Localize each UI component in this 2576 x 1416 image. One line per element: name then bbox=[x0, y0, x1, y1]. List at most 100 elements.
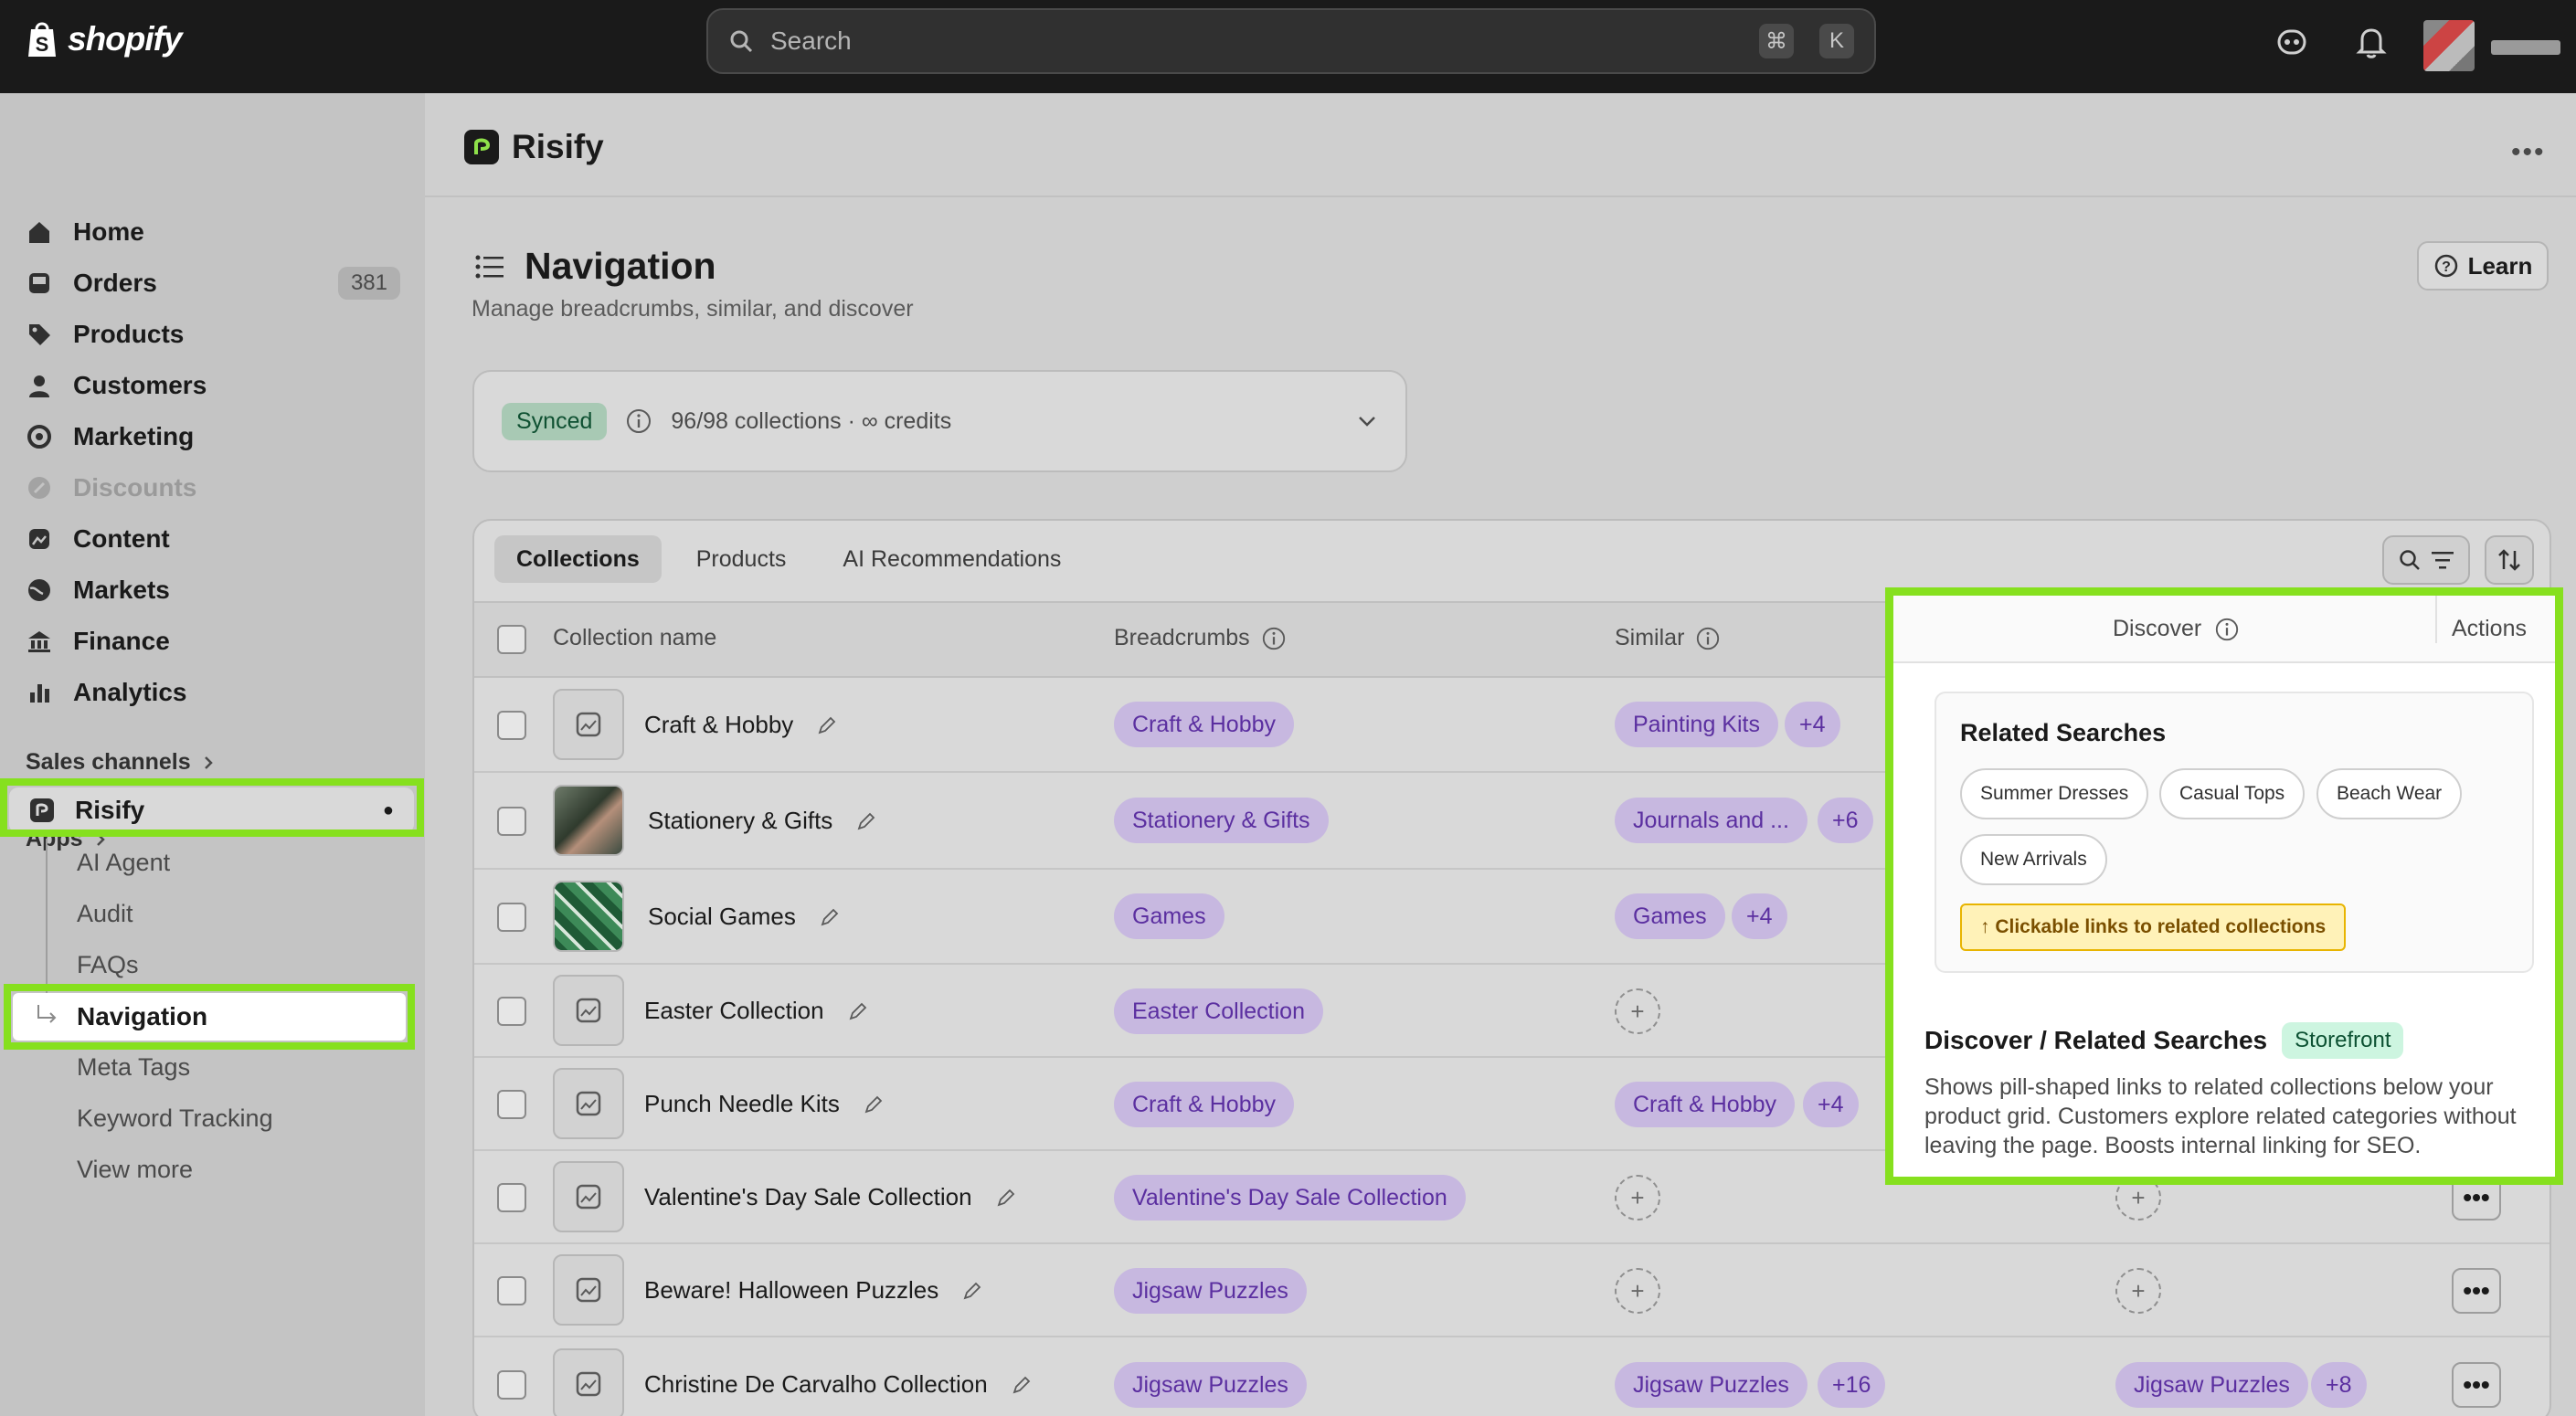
discover-more-tag[interactable]: +8 bbox=[2311, 1362, 2367, 1408]
sidebar-item-home[interactable]: Home bbox=[26, 208, 400, 256]
pencil-icon[interactable] bbox=[817, 715, 837, 735]
add-discover-button[interactable]: + bbox=[2115, 1268, 2161, 1314]
header-discover[interactable]: Discover bbox=[2113, 616, 2240, 642]
pencil-icon[interactable] bbox=[962, 1281, 982, 1301]
tab-products[interactable]: Products bbox=[674, 535, 809, 583]
discover-tag[interactable]: Jigsaw Puzzles bbox=[2115, 1362, 2308, 1408]
sidebar-item-ai-agent[interactable]: AI Agent bbox=[77, 849, 170, 877]
similar-tag[interactable]: Craft & Hobby bbox=[1615, 1082, 1796, 1127]
info-icon[interactable] bbox=[625, 407, 652, 435]
row-checkbox[interactable] bbox=[497, 1276, 526, 1305]
info-icon bbox=[1261, 626, 1287, 651]
sidebar-item-label: Home bbox=[73, 217, 144, 246]
pencil-icon[interactable] bbox=[864, 1094, 884, 1115]
row-checkbox[interactable] bbox=[497, 711, 526, 740]
row-actions-button[interactable]: ••• bbox=[2452, 1175, 2501, 1221]
avatar[interactable] bbox=[2423, 20, 2475, 71]
sidebar-item-meta-tags[interactable]: Meta Tags bbox=[77, 1053, 190, 1082]
svg-text:S: S bbox=[36, 33, 49, 56]
related-search-chip[interactable]: Casual Tops bbox=[2159, 768, 2306, 819]
account-name-redacted[interactable] bbox=[2491, 40, 2560, 55]
row-checkbox[interactable] bbox=[497, 903, 526, 932]
similar-more-tag[interactable]: +4 bbox=[1732, 893, 1787, 939]
sidebar-item-products[interactable]: Products bbox=[26, 311, 400, 358]
breadcrumb-tag[interactable]: Valentine's Day Sale Collection bbox=[1114, 1175, 1466, 1221]
row-checkbox[interactable] bbox=[497, 1183, 526, 1212]
chevron-down-icon[interactable] bbox=[1356, 414, 1378, 428]
table-row[interactable]: Beware! Halloween Puzzles Jigsaw Puzzles… bbox=[474, 1244, 2549, 1337]
info-icon[interactable] bbox=[2214, 617, 2240, 642]
tab-collections[interactable]: Collections bbox=[494, 535, 662, 583]
row-actions-button[interactable]: ••• bbox=[2452, 1362, 2501, 1408]
tab-ai-recommendations[interactable]: AI Recommendations bbox=[821, 535, 1083, 583]
sort-button[interactable] bbox=[2485, 535, 2534, 585]
select-all-checkbox[interactable] bbox=[497, 625, 526, 654]
pencil-icon[interactable] bbox=[820, 907, 840, 927]
sidebar-item-finance[interactable]: Finance bbox=[26, 618, 400, 665]
similar-tag[interactable]: Journals and ... bbox=[1615, 798, 1807, 843]
sidebar-item-marketing[interactable]: Marketing bbox=[26, 413, 400, 460]
header-breadcrumbs[interactable]: Breadcrumbs bbox=[1114, 625, 1287, 651]
shopify-bag-icon: S bbox=[26, 20, 58, 58]
globe-icon bbox=[26, 576, 53, 604]
navigation-highlight bbox=[4, 984, 415, 1050]
similar-more-tag[interactable]: +4 bbox=[1803, 1082, 1859, 1127]
sync-status-card[interactable]: Synced 96/98 collections · ∞ credits bbox=[472, 370, 1407, 472]
pencil-icon[interactable] bbox=[856, 811, 876, 831]
similar-more-tag[interactable]: +6 bbox=[1818, 798, 1873, 843]
search-bar[interactable]: Search ⌘ K bbox=[706, 8, 1876, 74]
row-actions-button[interactable]: ••• bbox=[2452, 1268, 2501, 1314]
page-more-menu[interactable]: ••• bbox=[2511, 137, 2546, 168]
breadcrumb-tag[interactable]: Jigsaw Puzzles bbox=[1114, 1362, 1307, 1408]
target-icon bbox=[26, 423, 53, 450]
sidebar-item-orders[interactable]: Orders 381 bbox=[26, 259, 400, 307]
sidebar-item-faqs[interactable]: FAQs bbox=[77, 951, 139, 979]
sidebar-item-analytics[interactable]: Analytics bbox=[26, 669, 400, 716]
sidebar-item-audit[interactable]: Audit bbox=[77, 900, 133, 928]
chevron-right-icon bbox=[202, 755, 215, 771]
brand-name: shopify bbox=[68, 20, 183, 58]
breadcrumb-tag[interactable]: Craft & Hobby bbox=[1114, 702, 1295, 747]
breadcrumb-tag[interactable]: Easter Collection bbox=[1114, 988, 1323, 1034]
add-similar-button[interactable]: + bbox=[1615, 1268, 1660, 1314]
row-checkbox[interactable] bbox=[497, 807, 526, 836]
related-search-chip[interactable]: Summer Dresses bbox=[1960, 768, 2149, 819]
breadcrumb-tag[interactable]: Jigsaw Puzzles bbox=[1114, 1268, 1307, 1314]
table-row[interactable]: Christine De Carvalho Collection Jigsaw … bbox=[474, 1337, 2549, 1416]
sidebar-item-content[interactable]: Content bbox=[26, 515, 400, 563]
collection-name-text: Valentine's Day Sale Collection bbox=[644, 1183, 972, 1210]
row-checkbox[interactable] bbox=[497, 1370, 526, 1400]
add-similar-button[interactable]: + bbox=[1615, 1175, 1660, 1221]
pencil-icon[interactable] bbox=[996, 1188, 1016, 1208]
related-search-chip[interactable]: Beach Wear bbox=[2316, 768, 2463, 819]
shopify-logo[interactable]: S shopify bbox=[26, 20, 183, 58]
sidebar-item-view-more[interactable]: View more bbox=[77, 1156, 193, 1184]
row-checkbox[interactable] bbox=[497, 997, 526, 1026]
bell-icon[interactable] bbox=[2356, 26, 2387, 58]
pencil-icon[interactable] bbox=[848, 1001, 868, 1021]
header-collection-name[interactable]: Collection name bbox=[553, 625, 716, 651]
add-similar-button[interactable]: + bbox=[1615, 988, 1660, 1034]
sidebar-item-markets[interactable]: Markets bbox=[26, 566, 400, 614]
breadcrumb-tag[interactable]: Stationery & Gifts bbox=[1114, 798, 1329, 843]
add-discover-button[interactable]: + bbox=[2115, 1175, 2161, 1221]
search-filter-button[interactable] bbox=[2382, 535, 2470, 585]
row-checkbox[interactable] bbox=[497, 1090, 526, 1119]
sidebar-item-keyword-tracking[interactable]: Keyword Tracking bbox=[77, 1104, 273, 1133]
similar-tag[interactable]: Games bbox=[1615, 893, 1725, 939]
similar-more-tag[interactable]: +4 bbox=[1785, 702, 1840, 747]
sales-channels-link[interactable]: Sales channels bbox=[26, 749, 215, 776]
sidekick-icon[interactable] bbox=[2275, 26, 2308, 58]
sidebar-item-customers[interactable]: Customers bbox=[26, 362, 400, 409]
similar-tag[interactable]: Jigsaw Puzzles bbox=[1615, 1362, 1807, 1408]
similar-more-tag[interactable]: +16 bbox=[1818, 1362, 1886, 1408]
related-search-chip[interactable]: New Arrivals bbox=[1960, 834, 2107, 885]
header-similar[interactable]: Similar bbox=[1615, 625, 1721, 651]
breadcrumb-tag[interactable]: Games bbox=[1114, 893, 1224, 939]
similar-tag[interactable]: Painting Kits bbox=[1615, 702, 1778, 747]
breadcrumb-tag[interactable]: Craft & Hobby bbox=[1114, 1082, 1295, 1127]
collection-image-placeholder-icon bbox=[553, 1254, 624, 1326]
learn-button[interactable]: ? Learn bbox=[2417, 241, 2549, 291]
pencil-icon[interactable] bbox=[1012, 1375, 1032, 1395]
sidebar-item-discounts[interactable]: Discounts bbox=[26, 464, 400, 512]
